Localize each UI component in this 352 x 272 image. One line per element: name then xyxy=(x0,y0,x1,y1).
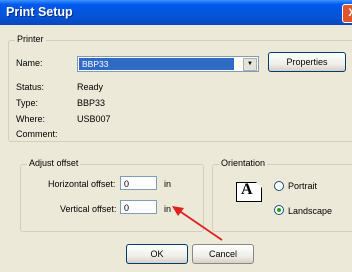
print-setup-dialog: Print Setup X Printer Name: BBP33 ▼ Prop… xyxy=(0,0,352,272)
annotation-arrow-icon xyxy=(172,206,223,241)
